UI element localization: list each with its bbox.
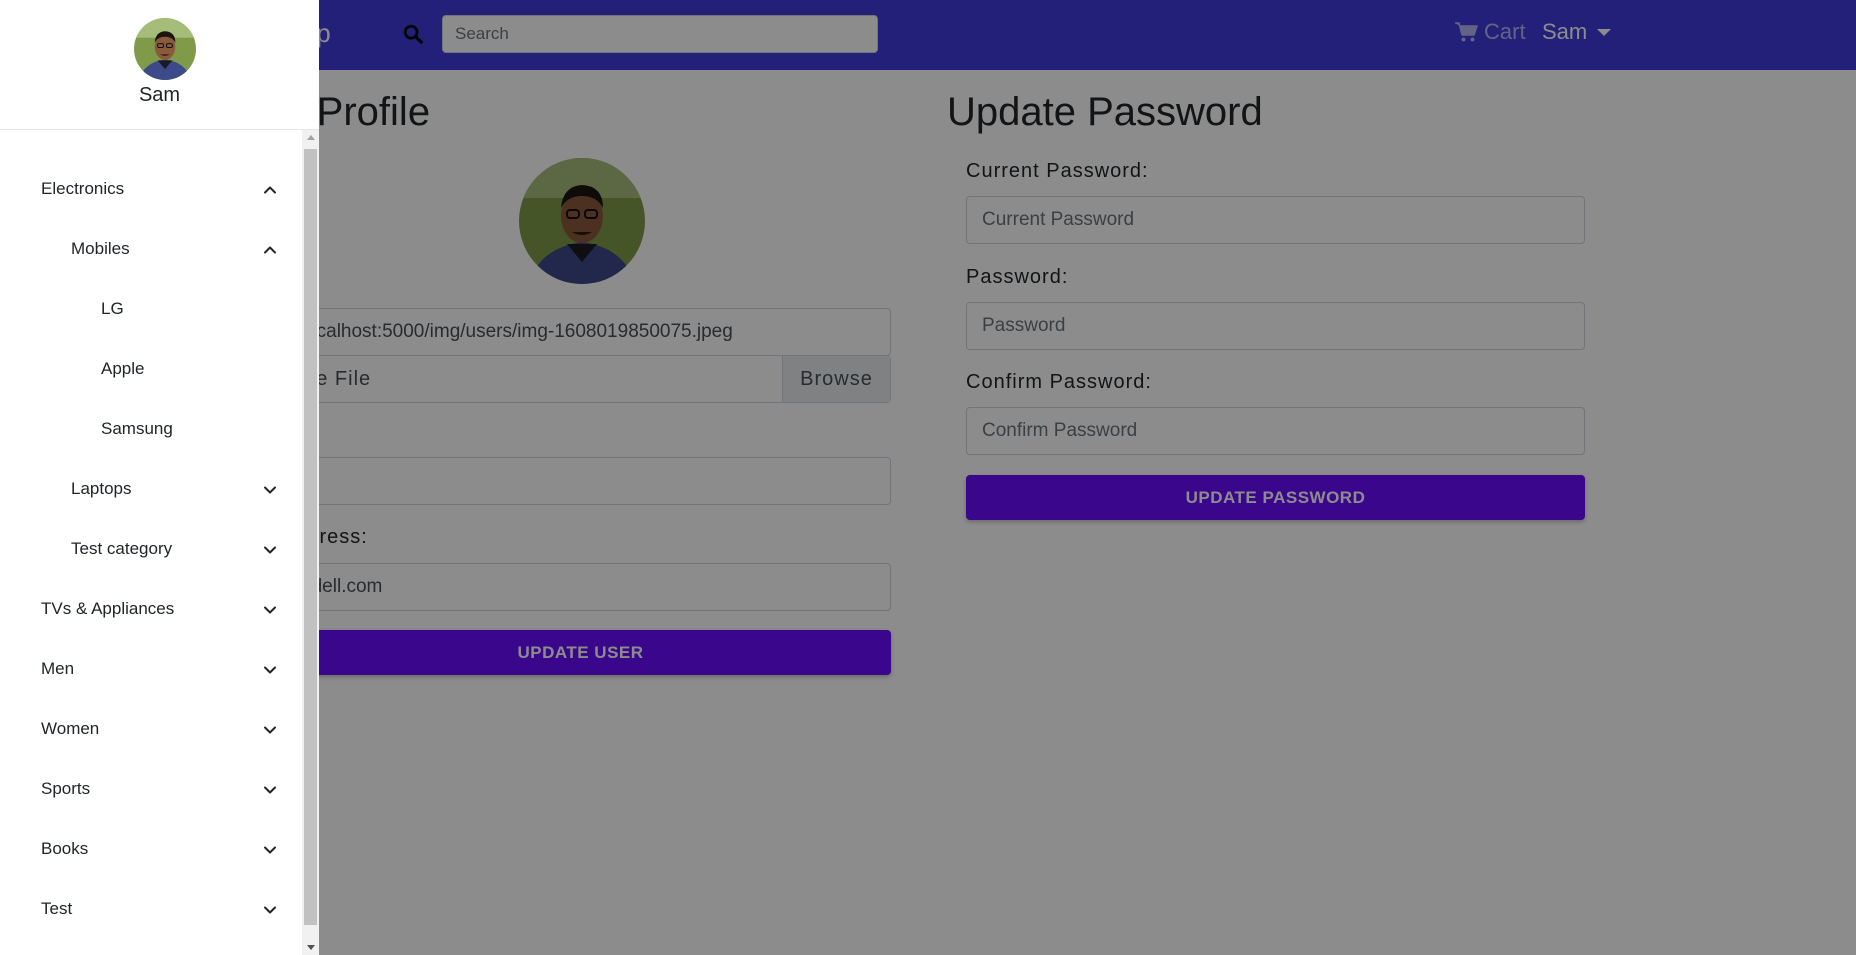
chevron-down-icon[interactable] [262, 842, 278, 858]
scroll-up-arrow-icon[interactable] [307, 135, 315, 140]
sidebar-item-electronics[interactable]: Electronics [0, 170, 302, 210]
sidebar-item-lg[interactable]: LG [0, 290, 302, 330]
chevron-up-icon[interactable] [262, 242, 278, 258]
chevron-down-icon[interactable] [262, 602, 278, 618]
sidebar-item-label: Sports [41, 779, 91, 798]
drawer-header: Sam [0, 0, 319, 130]
sidebar-item-label: TVs & Appliances [41, 599, 175, 618]
chevron-down-icon[interactable] [262, 482, 278, 498]
sidebar-item-label: Apple [101, 359, 145, 378]
sidebar-item-laptops[interactable]: Laptops [0, 470, 302, 510]
drawer-scrollbar[interactable] [302, 130, 319, 955]
sidebar-item-label: Women [41, 719, 100, 738]
sidebar-item-label: Samsung [101, 419, 173, 438]
chevron-down-icon[interactable] [262, 542, 278, 558]
sidebar-item-label: Test category [71, 539, 173, 558]
sidebar-item-sports[interactable]: Sports [0, 770, 302, 810]
sidebar-item-apple[interactable]: Apple [0, 350, 302, 390]
sidebar-item-label: Men [41, 659, 75, 678]
category-drawer: Sam Electronics Mobiles LG Apple Samsung Lapt… [0, 0, 319, 955]
chevron-down-icon[interactable] [262, 902, 278, 918]
chevron-down-icon[interactable] [262, 782, 278, 798]
sidebar-item-label: Test [41, 899, 73, 918]
chevron-down-icon[interactable] [262, 662, 278, 678]
sidebar-item-test[interactable]: Test [0, 890, 302, 930]
scrollbar-thumb[interactable] [304, 149, 317, 925]
sidebar-item-men[interactable]: Men [0, 650, 302, 690]
sidebar-item-label: Laptops [71, 479, 132, 498]
scroll-down-arrow-icon[interactable] [307, 945, 315, 950]
sidebar-item-test-category[interactable]: Test category [0, 530, 302, 570]
sidebar-item-mobiles[interactable]: Mobiles [0, 230, 302, 270]
sidebar-item-label: Electronics [41, 179, 125, 198]
drawer-username: Sam [138, 84, 181, 106]
sidebar-item-samsung[interactable]: Samsung [0, 410, 302, 450]
sidebar-item-tvs-appliances[interactable]: TVs & Appliances [0, 590, 302, 630]
sidebar-item-label: Mobiles [71, 239, 130, 258]
sidebar-item-women[interactable]: Women [0, 710, 302, 750]
chevron-up-icon[interactable] [262, 182, 278, 198]
chevron-down-icon[interactable] [262, 722, 278, 738]
drawer-avatar [134, 18, 196, 80]
sidebar-item-books[interactable]: Books [0, 830, 302, 870]
sidebar-item-label: LG [101, 299, 124, 318]
user-photo-icon [134, 18, 196, 80]
sidebar-item-label: Books [41, 839, 89, 858]
